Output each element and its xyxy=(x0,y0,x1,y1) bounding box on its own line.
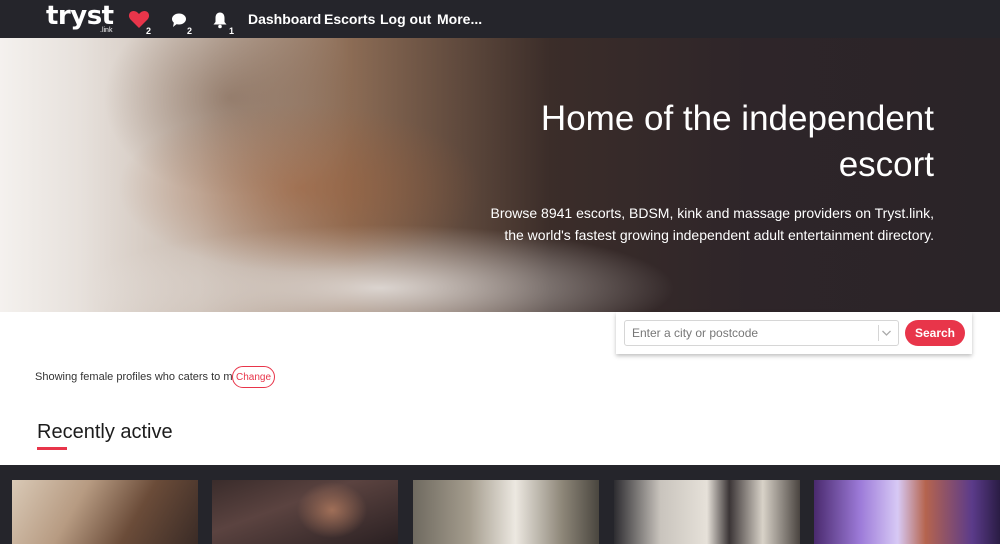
recently-active-heading: Recently active xyxy=(37,421,173,443)
notifications-count: 1 xyxy=(229,26,235,36)
section-underline xyxy=(37,447,67,450)
profile-card[interactable] xyxy=(814,480,1000,544)
profile-card[interactable] xyxy=(413,480,599,544)
hero-title: Home of the independent escort xyxy=(540,99,934,184)
change-filter-button[interactable]: Change xyxy=(232,366,275,388)
profile-filter-text: Showing female profiles who caters to ma… xyxy=(35,371,251,383)
search-button[interactable]: Search xyxy=(905,320,965,346)
nav-escorts-link[interactable]: Escorts xyxy=(324,11,375,27)
hero-subtitle: Browse 8941 escorts, BDSM, kink and mass… xyxy=(454,202,934,246)
logo-text: tryst xyxy=(46,1,114,31)
profile-card[interactable] xyxy=(614,480,800,544)
chevron-down-icon[interactable] xyxy=(878,325,892,341)
messages-count: 2 xyxy=(187,26,193,36)
nav-dashboard-link[interactable]: Dashboard xyxy=(248,11,321,27)
site-logo[interactable]: tryst .link xyxy=(46,1,114,34)
profile-card[interactable] xyxy=(212,480,398,544)
recently-active-gallery xyxy=(0,465,1000,544)
top-navigation: tryst .link 2 2 1 Dashboard Escorts Log … xyxy=(0,0,1000,38)
hero-subtitle-line-2: the world's fastest growing independent … xyxy=(504,227,934,243)
hero-banner: Home of the independent escort Browse 89… xyxy=(0,38,1000,312)
profile-card[interactable] xyxy=(12,480,198,544)
logo-subtext: .link xyxy=(100,27,113,34)
location-search-input[interactable] xyxy=(624,320,899,346)
search-panel: Search xyxy=(616,312,972,354)
favorites-count: 2 xyxy=(146,26,152,36)
nav-logout-link[interactable]: Log out xyxy=(380,11,431,27)
nav-more-link[interactable]: More... xyxy=(437,11,482,27)
hero-subtitle-line-1: Browse 8941 escorts, BDSM, kink and mass… xyxy=(490,205,934,221)
